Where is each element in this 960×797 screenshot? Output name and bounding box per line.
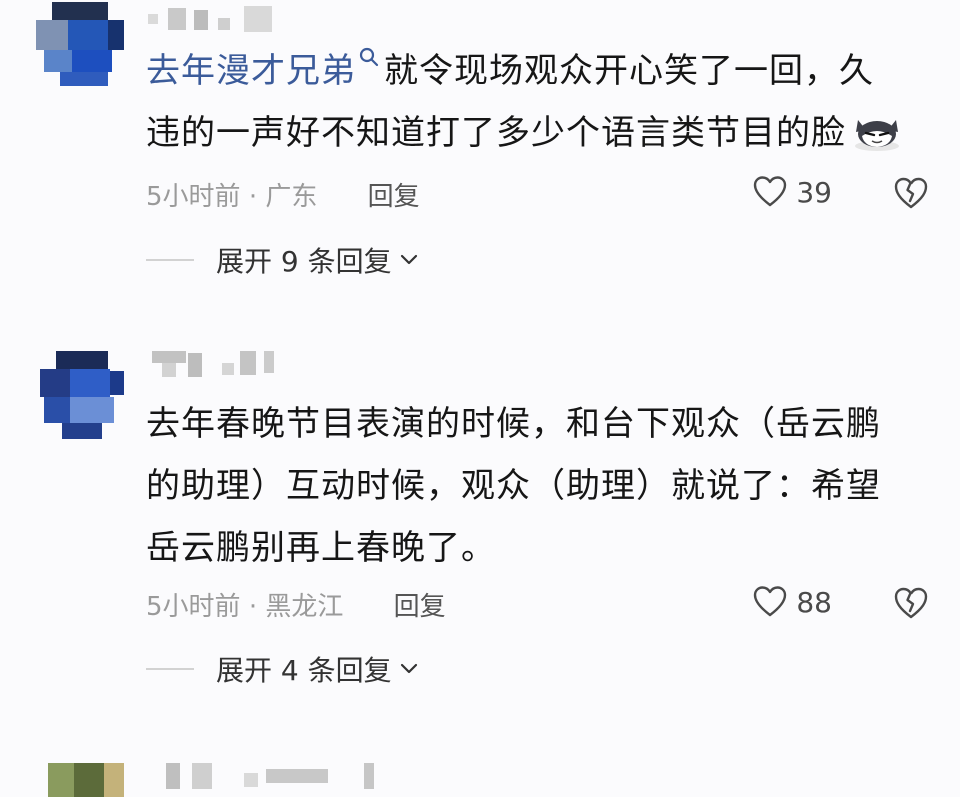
comment-item: 去年春晚节目表演的时候，和台下观众（岳云鹏 的助理）互动时候，观众（助理）就说了… [0,345,960,705]
avatar[interactable] [34,2,124,92]
username[interactable] [148,6,288,34]
comment-text: 就令现场观众开心笑了一回，久 [384,51,874,91]
like-button[interactable]: 39 [752,172,832,212]
like-count: 88 [796,585,832,619]
comment-text: 违的一声好不知道打了多少个语言类节目的脸 [146,113,846,153]
broken-heart-icon[interactable] [892,584,930,622]
broken-heart-icon[interactable] [892,174,930,212]
comment-line: 违的一声好不知道打了多少个语言类节目的脸 [146,102,936,164]
meta-separator: · [248,592,258,622]
divider-line [146,259,194,261]
comment-item [0,755,960,797]
expand-replies-button[interactable]: 展开 4 条回复 [146,649,418,689]
divider-line [146,668,194,670]
search-icon [359,47,379,67]
expand-replies-label: 展开 4 条回复 [216,654,392,687]
meta-separator: · [248,182,258,212]
topic-link[interactable]: 去年漫才兄弟 [146,51,356,91]
username[interactable] [148,349,288,377]
like-count: 39 [796,175,832,209]
reply-button[interactable]: 回复 [394,592,446,622]
comment-location: 黑龙江 [265,592,344,622]
expand-replies-label: 展开 9 条回复 [216,245,392,278]
comment-meta: 5小时前 · 黑龙江 回复 [146,586,446,622]
comment-body: 去年春晚节目表演的时候，和台下观众（岳云鹏 的助理）互动时候，观众（助理）就说了… [146,393,936,579]
username[interactable] [148,763,388,791]
cat-emoji [855,120,899,151]
expand-replies-button[interactable]: 展开 9 条回复 [146,240,418,280]
chevron-down-icon [400,254,417,265]
heart-outline-icon [754,176,787,207]
comment-time: 5小时前 [146,592,241,622]
comment-line: 去年春晚节目表演的时候，和台下观众（岳云鹏 [146,404,881,444]
comment-location: 广东 [265,182,318,212]
comment-time: 5小时前 [146,182,241,212]
comment-item: 去年漫才兄弟 就令现场观众开心笑了一回，久 违的一声好不知道打了多少个语言类节目的… [0,0,960,300]
like-button[interactable]: 88 [752,582,832,622]
chevron-down-icon [400,663,417,674]
comment-line: 的助理）互动时候，观众（助理）就说了：希望 [146,466,881,506]
heart-outline-icon [754,586,787,617]
comment-line: 岳云鹏别再上春晚了。 [146,528,496,568]
avatar[interactable] [34,763,124,797]
comment-body: 去年漫才兄弟 就令现场观众开心笑了一回，久 违的一声好不知道打了多少个语言类节目的… [146,40,936,164]
comment-line: 去年漫才兄弟 就令现场观众开心笑了一回，久 [146,40,936,102]
avatar[interactable] [34,351,124,441]
comment-meta: 5小时前 · 广东 回复 [146,176,420,212]
reply-button[interactable]: 回复 [368,182,420,212]
